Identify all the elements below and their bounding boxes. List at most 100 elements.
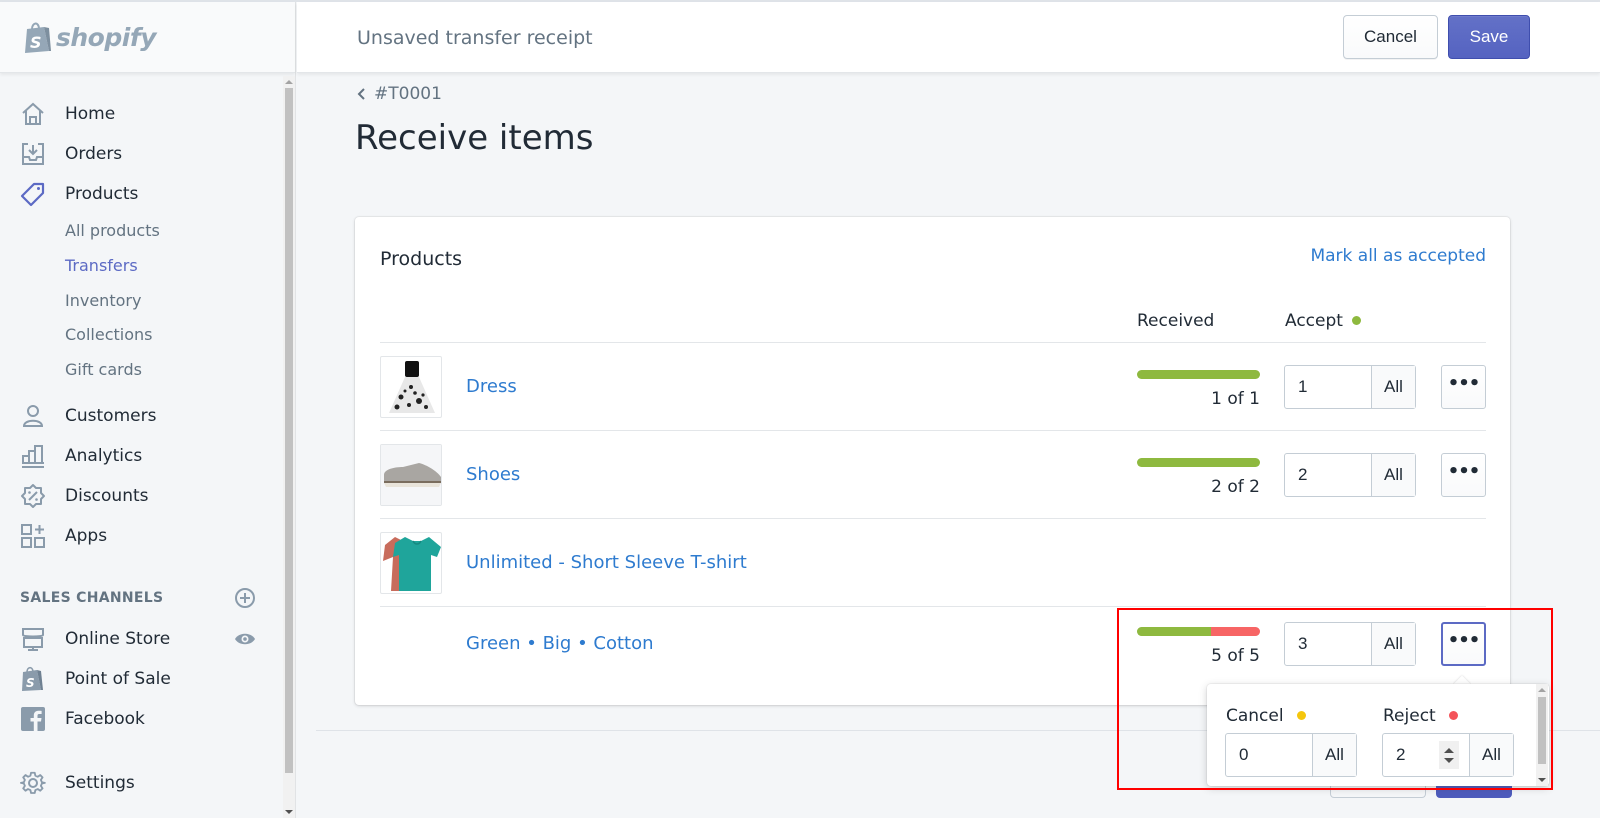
cancel-all-button[interactable]: All xyxy=(1312,734,1356,776)
shopify-logo-icon: S xyxy=(25,22,51,53)
product-link-dress[interactable]: Dress xyxy=(466,376,517,397)
sidebar-scroll-thumb[interactable] xyxy=(285,88,293,773)
rejected-segment xyxy=(1210,627,1260,636)
popover-scroll-thumb[interactable] xyxy=(1538,697,1546,764)
sidebar-item-settings[interactable]: Settings xyxy=(0,765,285,801)
store-icon xyxy=(20,626,46,652)
sidebar-item-home[interactable]: Home xyxy=(0,96,285,132)
reject-all-button[interactable]: All xyxy=(1469,734,1513,776)
sales-channels-title: SALES CHANNELS xyxy=(20,590,164,606)
sidebar-item-label: Orders xyxy=(65,144,123,164)
scroll-up-arrow-icon[interactable] xyxy=(285,80,293,84)
shoes-image xyxy=(381,445,441,505)
sidebar-item-orders[interactable]: Orders xyxy=(0,136,285,172)
cancel-quantity-group: All xyxy=(1225,733,1357,777)
product-link-shoes[interactable]: Shoes xyxy=(466,464,520,485)
popover-cancel-label: Cancel xyxy=(1226,706,1284,726)
spinner-down-icon[interactable] xyxy=(1444,757,1454,763)
sidebar-item-label: Products xyxy=(65,184,139,204)
product-thumbnail-shoes xyxy=(380,444,442,506)
more-actions-button-active[interactable]: ••• xyxy=(1441,622,1486,666)
sidebar-item-online-store[interactable]: Online Store xyxy=(0,621,285,657)
popover-arrow xyxy=(1453,674,1471,684)
product-link-tshirt[interactable]: Unlimited - Short Sleeve T-shirt xyxy=(466,552,747,573)
more-actions-button[interactable]: ••• xyxy=(1441,453,1486,497)
scroll-down-arrow-icon[interactable] xyxy=(285,810,293,814)
reject-quantity-spinner[interactable] xyxy=(1439,741,1459,769)
accept-quantity-input[interactable] xyxy=(1285,623,1371,665)
brand-name: shopify xyxy=(56,22,157,52)
cancel-button[interactable]: Cancel xyxy=(1343,15,1438,59)
discount-icon xyxy=(20,483,46,509)
received-progress-bar xyxy=(1137,627,1260,636)
sidebar-subitem-collections[interactable]: Collections xyxy=(65,325,152,344)
ellipsis-icon: ••• xyxy=(1447,461,1481,482)
sidebar-item-apps[interactable]: Apps xyxy=(0,518,285,554)
sidebar-subitem-gift-cards[interactable]: Gift cards xyxy=(65,360,142,379)
sidebar-item-label: Facebook xyxy=(65,709,145,729)
cancel-quantity-input[interactable] xyxy=(1226,734,1312,776)
sidebar-item-products[interactable]: Products xyxy=(0,176,285,212)
sidebar-item-point-of-sale[interactable]: S Point of Sale xyxy=(0,661,285,697)
add-channel-icon[interactable] xyxy=(234,587,256,609)
table-row: Dress 1 of 1 All ••• xyxy=(355,343,1510,431)
sidebar-subitem-all-products[interactable]: All products xyxy=(65,221,160,240)
sidebar-subitem-transfers[interactable]: Transfers xyxy=(65,256,138,275)
sidebar-scrollbar[interactable] xyxy=(283,76,295,818)
sidebar-item-label: Analytics xyxy=(65,446,143,466)
product-thumbnail-dress xyxy=(380,356,442,418)
accept-quantity-group: All xyxy=(1284,453,1416,497)
variant-link-green-big-cotton[interactable]: Green • Big • Cotton xyxy=(466,633,654,654)
accepted-segment xyxy=(1137,627,1211,636)
received-count: 2 of 2 xyxy=(1211,477,1260,497)
logo-bar: S shopify xyxy=(0,2,295,73)
sidebar-item-analytics[interactable]: Analytics xyxy=(0,438,285,474)
save-button[interactable]: Save xyxy=(1448,15,1530,59)
gear-icon xyxy=(20,770,46,796)
sidebar-item-label: Point of Sale xyxy=(65,669,171,689)
accept-quantity-group: All xyxy=(1284,365,1416,409)
popover-scrollbar[interactable] xyxy=(1536,684,1548,786)
sidebar-item-customers[interactable]: Customers xyxy=(0,398,285,434)
received-count: 5 of 5 xyxy=(1211,646,1260,666)
scroll-up-arrow-icon[interactable] xyxy=(1538,688,1546,692)
dress-image xyxy=(389,361,435,413)
sidebar-item-facebook[interactable]: Facebook xyxy=(0,701,285,737)
analytics-icon xyxy=(20,443,46,469)
sidebar-subitem-inventory[interactable]: Inventory xyxy=(65,291,141,310)
sidebar-item-discounts[interactable]: Discounts xyxy=(0,478,285,514)
accept-all-button[interactable]: All xyxy=(1371,454,1415,496)
sidebar-item-label: Apps xyxy=(65,526,108,546)
column-header-received: Received xyxy=(1137,311,1215,331)
accept-quantity-input[interactable] xyxy=(1285,454,1371,496)
mark-all-accepted-link[interactable]: Mark all as accepted xyxy=(1310,246,1486,266)
top-bar: Unsaved transfer receipt Cancel Save xyxy=(297,2,1600,73)
accept-all-button[interactable]: All xyxy=(1371,623,1415,665)
accept-quantity-input[interactable] xyxy=(1285,366,1371,408)
spinner-up-icon[interactable] xyxy=(1444,747,1454,753)
breadcrumb[interactable]: #T0001 xyxy=(356,84,442,104)
ellipsis-icon: ••• xyxy=(1447,630,1481,651)
apps-icon xyxy=(20,523,46,549)
reject-quantity-group: All xyxy=(1382,733,1514,777)
header-title: Unsaved transfer receipt xyxy=(357,27,593,49)
table-row: Unlimited - Short Sleeve T-shirt xyxy=(355,519,1510,607)
sidebar-item-label: Online Store xyxy=(65,629,171,649)
cancel-reject-popover: Cancel Reject All All xyxy=(1207,684,1549,786)
products-card: Products Mark all as accepted Received A… xyxy=(355,217,1510,705)
accept-all-button[interactable]: All xyxy=(1371,366,1415,408)
accept-status-dot xyxy=(1351,315,1361,325)
orders-icon xyxy=(20,141,46,167)
more-actions-button[interactable]: ••• xyxy=(1441,365,1486,409)
accepted-segment xyxy=(1137,458,1260,467)
svg-text:S: S xyxy=(26,676,35,690)
facebook-icon xyxy=(20,706,46,732)
table-row: Green • Big • Cotton 5 of 5 All ••• xyxy=(355,607,1510,695)
tag-icon xyxy=(20,181,46,207)
breadcrumb-label: #T0001 xyxy=(374,84,442,104)
scroll-down-arrow-icon[interactable] xyxy=(1538,778,1546,782)
card-title: Products xyxy=(380,248,463,270)
view-store-eye-icon[interactable] xyxy=(234,631,256,647)
received-progress-bar xyxy=(1137,458,1260,467)
accepted-segment xyxy=(1137,370,1260,379)
